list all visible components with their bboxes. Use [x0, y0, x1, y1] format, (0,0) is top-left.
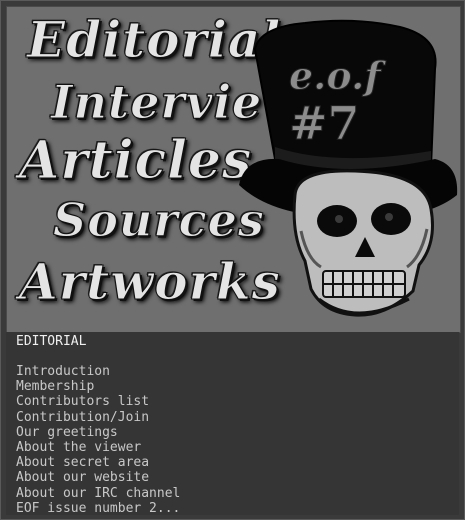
menu-item-membership[interactable]: Membership — [16, 379, 180, 394]
editorial-menu: Introduction Membership Contributors lis… — [16, 364, 180, 515]
menu-item-about-viewer[interactable]: About the viewer — [16, 440, 180, 455]
menu-item-introduction[interactable]: Introduction — [16, 364, 180, 379]
menu-item-irc-channel[interactable]: About our IRC channel — [16, 486, 180, 501]
nav-articles[interactable]: Articles — [18, 134, 252, 187]
menu-item-eof-issue-2[interactable]: EOF issue number 2... — [16, 501, 180, 515]
menu-item-secret-area[interactable]: About secret area — [16, 455, 180, 470]
viewer-window: Editorial Interviews Articles Sources Ar… — [0, 0, 465, 520]
content-panel: EDITORIAL Introduction Membership Contri… — [6, 332, 459, 515]
nav-sources[interactable]: Sources — [53, 197, 265, 244]
menu-item-about-website[interactable]: About our website — [16, 470, 180, 485]
menu-item-contributors[interactable]: Contributors list — [16, 394, 180, 409]
menu-item-greetings[interactable]: Our greetings — [16, 425, 180, 440]
menu-item-contribution[interactable]: Contribution/Join — [16, 410, 180, 425]
hat-logo-text: e.o.f — [289, 53, 386, 98]
header-banner: Editorial Interviews Articles Sources Ar… — [6, 6, 461, 333]
hat-issue-number: #7 — [289, 96, 360, 150]
section-heading: EDITORIAL — [16, 334, 87, 349]
skull-top-hat-icon: e.o.f #7 — [239, 19, 458, 317]
